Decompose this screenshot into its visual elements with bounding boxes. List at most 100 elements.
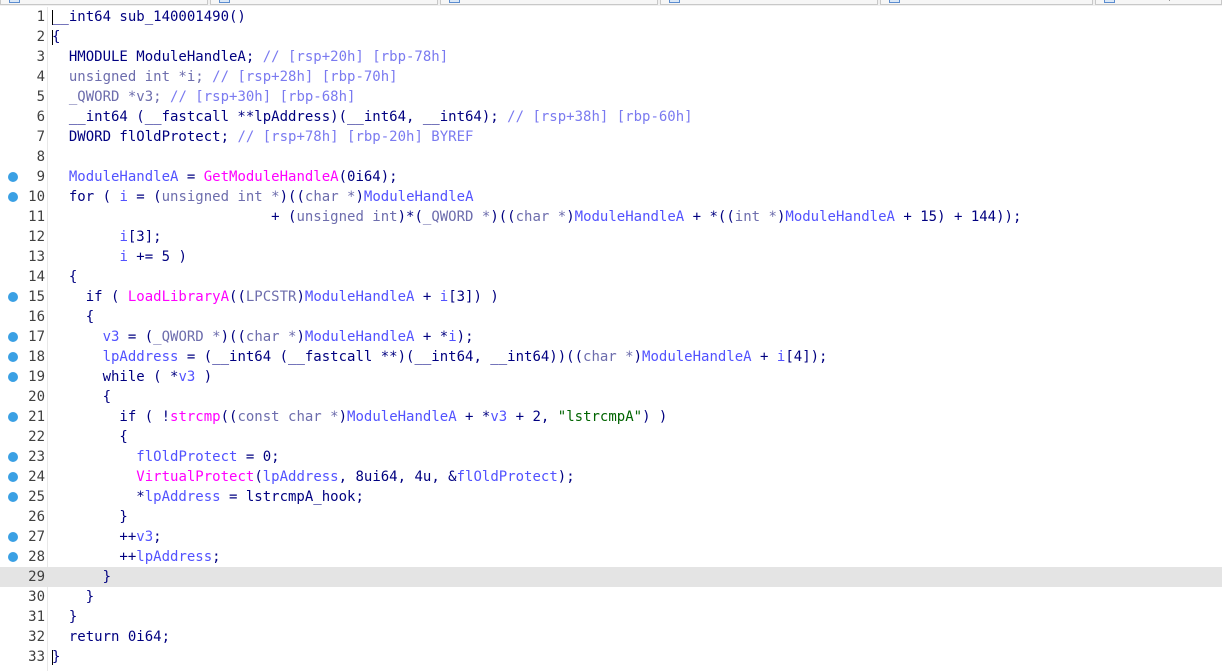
code-line[interactable]: 16 { [0,307,1222,327]
code-token: char * [245,329,297,345]
code-token: int * [734,209,777,225]
code-line[interactable]: 4 unsigned int *i; // [rsp+28h] [rbp-70h… [0,67,1222,87]
code-token: if ( ! [52,409,171,425]
code-token: __int64 sub_140001490() [52,9,246,25]
tab-label: Enums [941,0,975,1]
code-token: } [52,609,78,625]
code-line[interactable]: 2{ [0,27,1222,47]
code-token: + * [414,329,449,345]
line-number: 33 [28,649,45,665]
code-token: + 15) + 144)); [894,209,1022,225]
code-line[interactable]: 27 ++v3; [0,527,1222,547]
code-token: )(( [220,329,246,345]
code-token: + *(( [684,209,735,225]
code-token: _QWORD * [422,209,491,225]
code-token: ( [254,469,263,485]
line-number: 3 [36,49,45,65]
code-token: ) [296,329,305,345]
code-token: = lstrcmpA_hook; [220,489,364,505]
code-line[interactable]: 23 flOldProtect = 0; [0,447,1222,467]
tab-pseudocode-a[interactable]: Pseudocode-A [210,0,438,5]
text-cursor [52,10,53,25]
tab-ida-view-a[interactable]: IDA View-A [0,0,208,5]
code-line[interactable]: 10 for ( i = (unsigned int *)((char *)Mo… [0,187,1222,207]
code-line[interactable]: 5 _QWORD *v3; // [rsp+30h] [rbp-68h] [0,87,1222,107]
code-line[interactable]: 22 { [0,427,1222,447]
line-number: 28 [28,549,45,565]
code-token: = ( [119,329,154,345]
code-line[interactable]: 8 [0,147,1222,167]
tab-hex-view-1[interactable]: Hex View-1 [440,0,658,5]
code-token: // [rsp+20h] [rbp-78h] [262,49,449,65]
tab-structures[interactable]: Structures [660,0,878,5]
code-token: } [52,509,128,525]
code-line[interactable]: 30 } [0,587,1222,607]
code-line[interactable]: 29 } [0,567,1222,587]
code-line[interactable]: 31 } [0,607,1222,627]
code-token: )*( [397,209,423,225]
line-number: 20 [28,389,45,405]
code-token: ) [633,349,643,365]
code-text: __int64 (__fastcall **lpAddress)(__int64… [52,107,693,127]
code-token: ) [355,189,364,205]
line-number: 7 [36,129,45,145]
tab-enums[interactable]: Enums [880,0,1093,5]
code-line[interactable]: 26 } [0,507,1222,527]
code-token: ; [153,529,162,545]
code-line[interactable]: 19 while ( *v3 ) [0,367,1222,387]
code-token: (0i64); [338,169,398,185]
view-icon [9,0,20,3]
code-text: { [52,27,60,47]
line-number: 22 [28,429,45,445]
code-text: { [52,427,127,447]
code-token: i [448,329,457,345]
line-number: 5 [36,89,45,105]
code-line[interactable]: 33} [0,647,1222,667]
code-line[interactable]: 18 lpAddress = (__int64 (__fastcall **)(… [0,347,1222,367]
code-line[interactable]: 32 return 0i64; [0,627,1222,647]
code-token: } [52,569,112,585]
code-token: { [52,29,61,45]
code-line[interactable]: 17 v3 = (_QWORD *)((char *)ModuleHandleA… [0,327,1222,347]
code-token: lpAddress [136,549,213,565]
code-line[interactable]: 13 i += 5 ) [0,247,1222,267]
line-number: 10 [28,189,45,205]
pseudocode-editor[interactable]: 1 __int64 sub_140001490() 2{3 HMODULE Modu… [0,7,1222,671]
code-line[interactable]: 21 if ( !strcmp((const char *)ModuleHand… [0,407,1222,427]
code-text: HMODULE ModuleHandleA; // [rsp+20h] [rbp… [52,47,448,67]
code-line[interactable]: 11 + (unsigned int)*(_QWORD *)((char *)M… [0,207,1222,227]
code-line[interactable]: 7 DWORD flOldProtect; // [rsp+78h] [rbp-… [0,127,1222,147]
code-text: while ( *v3 ) [52,367,213,387]
tab-imports[interactable]: Imports [1095,0,1222,5]
line-number: 21 [28,409,45,425]
code-line[interactable]: 12 i[3]; [0,227,1222,247]
code-line[interactable]: 20 { [0,387,1222,407]
code-line[interactable]: 28 ++lpAddress; [0,547,1222,567]
code-text: lpAddress = (__int64 (__fastcall **)(__i… [52,347,828,367]
code-token: (( [220,409,238,425]
code-line[interactable]: 1 __int64 sub_140001490() [0,7,1222,27]
code-line[interactable]: 25 *lpAddress = lstrcmpA_hook; [0,487,1222,507]
code-line[interactable]: 15 if ( LoadLibraryA((LPCSTR)ModuleHandl… [0,287,1222,307]
code-line[interactable]: 9 ModuleHandleA = GetModuleHandleA(0i64)… [0,167,1222,187]
code-token: + ( [52,209,297,225]
code-token: i [119,229,128,245]
code-text: for ( i = (unsigned int *)((char *)Modul… [52,187,474,207]
code-token: } [52,589,95,605]
code-line[interactable]: 6 __int64 (__fastcall **lpAddress)(__int… [0,107,1222,127]
code-text: _QWORD *v3; // [rsp+30h] [rbp-68h] [52,87,356,107]
code-token: // [rsp+38h] [rbp-60h] [507,109,693,125]
line-number: 26 [28,509,45,525]
code-line[interactable]: 3 HMODULE ModuleHandleA; // [rsp+20h] [r… [0,47,1222,67]
code-line[interactable]: 24 VirtualProtect(lpAddress, 8ui64, 4u, … [0,467,1222,487]
line-number: 25 [28,489,45,505]
code-token: lpAddress [102,349,179,365]
code-token: "lstrcmpA" [557,409,643,425]
line-number: 12 [28,229,45,245]
tab-label: Imports [1156,0,1193,1]
code-text: ModuleHandleA = GetModuleHandleA(0i64); [52,167,398,187]
code-line[interactable]: 14 { [0,267,1222,287]
code-token: char * [515,209,567,225]
